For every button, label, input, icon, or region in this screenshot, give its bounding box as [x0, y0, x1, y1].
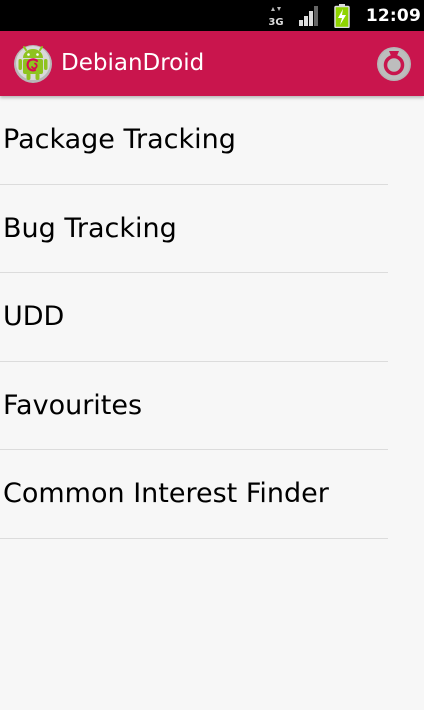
menu-item-favourites[interactable]: Favourites	[0, 362, 424, 451]
menu-item-label: Common Interest Finder	[3, 478, 329, 509]
signal-strength-icon	[298, 5, 318, 26]
status-clock: 12:09	[365, 5, 421, 26]
debian-android-logo-icon[interactable]	[13, 44, 53, 84]
menu-item-label: Favourites	[3, 389, 143, 421]
app-title: DebianDroid	[61, 50, 205, 76]
menu-item-label: Bug Tracking	[3, 212, 177, 244]
status-bar: 3G 12:09	[0, 0, 424, 31]
status-icons: 3G 12:09	[268, 0, 424, 31]
menu-item-label: UDD	[3, 301, 65, 332]
menu-item-udd[interactable]: UDD	[0, 273, 424, 362]
menu-item-bug-tracking[interactable]: Bug Tracking	[0, 185, 424, 274]
main-menu-list: Package Tracking Bug Tracking UDD Favour…	[0, 96, 424, 539]
menu-item-package-tracking[interactable]: Package Tracking	[0, 96, 424, 185]
svg-text:3G: 3G	[268, 17, 283, 27]
action-bar: DebianDroid	[0, 31, 424, 96]
menu-item-common-interest-finder[interactable]: Common Interest Finder	[0, 450, 424, 539]
network-3g-icon: 3G	[268, 6, 283, 27]
menu-item-label: Package Tracking	[3, 124, 236, 155]
battery-charging-icon	[334, 3, 350, 28]
refresh-icon	[377, 47, 411, 81]
refresh-button[interactable]	[375, 45, 413, 83]
